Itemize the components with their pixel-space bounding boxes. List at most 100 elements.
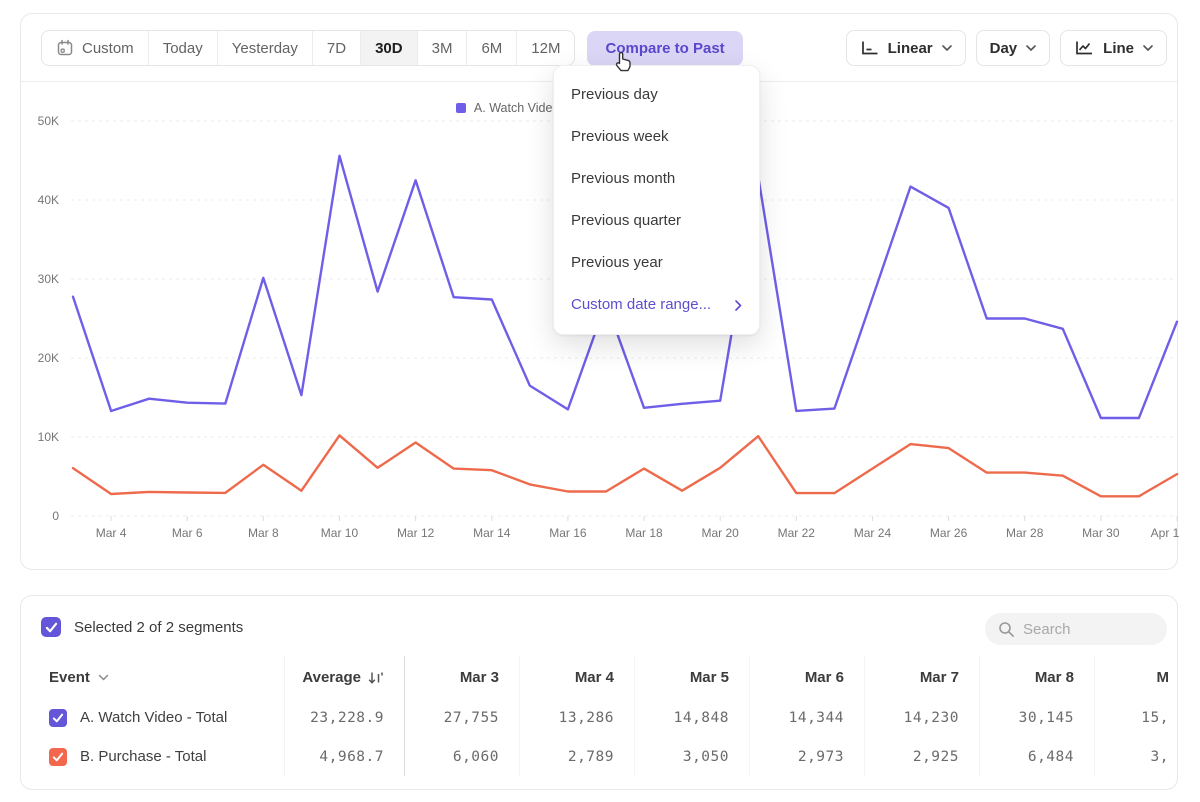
compare-to-past-menu: Previous dayPrevious weekPrevious monthP… <box>553 65 760 335</box>
date-header-label: Mar 6 <box>805 669 844 686</box>
granularity-dropdown[interactable]: Day <box>976 30 1051 66</box>
chart-toolbar: CustomTodayYesterday7D30D3M6M12M Compare… <box>41 30 1167 66</box>
cell-value: 15, <box>1141 710 1169 726</box>
chevron-down-icon <box>942 45 952 51</box>
cell-value: 6,484 <box>1028 749 1074 765</box>
selected-segments-label: Selected 2 of 2 segments <box>74 619 243 636</box>
date-header-cell[interactable]: M <box>1094 656 1178 698</box>
event-header-label: Event <box>49 669 90 686</box>
segment-label: 12M <box>531 40 560 57</box>
date-range-yesterday[interactable]: Yesterday <box>217 31 312 65</box>
date-header-cell[interactable]: Mar 5 <box>634 656 749 698</box>
check-icon <box>52 713 64 723</box>
select-all-checkbox[interactable] <box>41 617 61 637</box>
chart-type-label: Line <box>1103 40 1134 57</box>
y-axis-label: 30K <box>38 272 59 286</box>
date-range-6m[interactable]: 6M <box>466 31 516 65</box>
average-value: 4,968.7 <box>319 749 384 765</box>
cell-value: 2,789 <box>568 749 614 765</box>
value-cell: 14,230 <box>864 698 979 737</box>
date-header-label: Mar 5 <box>690 669 729 686</box>
cell-value: 27,755 <box>444 710 499 726</box>
cell-value: 3,050 <box>683 749 729 765</box>
check-icon <box>45 622 58 633</box>
x-axis-label: Mar 6 <box>172 526 203 540</box>
menu-item-label: Previous week <box>571 116 669 158</box>
x-axis-label: Mar 16 <box>549 526 587 540</box>
sort-descending-icon <box>368 670 384 685</box>
cell-value: 3, <box>1151 749 1169 765</box>
x-axis-label: Mar 4 <box>96 526 127 540</box>
date-header-label: Mar 8 <box>1035 669 1074 686</box>
value-cell: 3,050 <box>634 737 749 776</box>
value-cell: 14,344 <box>749 698 864 737</box>
legend-swatch <box>456 103 466 113</box>
table-header-row: Event Average Mar 3 Mar 4 Mar 5 Mar 6 Mar 7 Mar… <box>21 656 1178 698</box>
segment-label: 30D <box>375 40 403 57</box>
cell-value: 6,060 <box>453 749 499 765</box>
date-range-custom[interactable]: Custom <box>42 31 148 65</box>
x-axis-label: Mar 8 <box>248 526 279 540</box>
event-cell: A. Watch Video - Total <box>21 698 284 737</box>
chevron-right-icon <box>735 300 742 311</box>
chart-type-dropdown[interactable]: Line <box>1060 30 1167 66</box>
select-all-row: Selected 2 of 2 segments <box>41 617 243 637</box>
search-input[interactable] <box>1023 621 1143 638</box>
granularity-label: Day <box>990 40 1018 57</box>
row-checkbox[interactable] <box>49 748 67 766</box>
menu-item-label: Previous month <box>571 158 675 200</box>
average-cell: 23,228.9 <box>284 698 404 737</box>
date-range-7d[interactable]: 7D <box>312 31 360 65</box>
date-header-label: Mar 4 <box>575 669 614 686</box>
cell-value: 14,230 <box>904 710 959 726</box>
row-checkbox[interactable] <box>49 709 67 727</box>
x-axis-label: Mar 24 <box>854 526 892 540</box>
x-axis-label: Mar 30 <box>1082 526 1120 540</box>
menu-item-previous-month[interactable]: Previous month <box>554 158 759 200</box>
value-cell: 27,755 <box>404 698 519 737</box>
search-icon <box>998 621 1015 638</box>
date-header-cell[interactable]: Mar 8 <box>979 656 1094 698</box>
cell-value: 30,145 <box>1019 710 1074 726</box>
date-header-cell[interactable]: Mar 3 <box>404 656 519 698</box>
scale-dropdown[interactable]: Linear <box>846 30 966 66</box>
menu-item-previous-quarter[interactable]: Previous quarter <box>554 200 759 242</box>
date-header-cell[interactable]: Mar 4 <box>519 656 634 698</box>
cell-value: 14,344 <box>789 710 844 726</box>
menu-item-previous-year[interactable]: Previous year <box>554 242 759 284</box>
cell-value: 2,925 <box>913 749 959 765</box>
average-cell: 4,968.7 <box>284 737 404 776</box>
value-cell: 13,286 <box>519 698 634 737</box>
date-header-label: Mar 3 <box>460 669 499 686</box>
segment-label: 7D <box>327 40 346 57</box>
series-line-purchase <box>73 435 1177 496</box>
date-header-cell[interactable]: Mar 6 <box>749 656 864 698</box>
value-cell: 2,925 <box>864 737 979 776</box>
average-header-cell[interactable]: Average <box>284 656 404 698</box>
date-range-12m[interactable]: 12M <box>516 31 574 65</box>
value-cell: 15, <box>1094 698 1178 737</box>
date-range-30d[interactable]: 30D <box>360 31 417 65</box>
x-axis-label: Mar 10 <box>321 526 359 540</box>
value-cell: 2,973 <box>749 737 864 776</box>
y-axis-label: 50K <box>38 114 59 128</box>
menu-item-previous-day[interactable]: Previous day <box>554 74 759 116</box>
x-axis-label: Apr 1 <box>1151 526 1179 540</box>
event-header[interactable]: Event <box>49 669 109 686</box>
date-range-3m[interactable]: 3M <box>417 31 467 65</box>
date-header-label: Mar 7 <box>920 669 959 686</box>
hand-cursor-icon <box>610 50 636 78</box>
value-cell: 6,060 <box>404 737 519 776</box>
menu-item-custom-date-range[interactable]: Custom date range... <box>554 284 759 326</box>
value-cell: 14,848 <box>634 698 749 737</box>
event-name: A. Watch Video - Total <box>80 709 227 726</box>
y-axis-label: 0 <box>52 509 59 523</box>
date-range-today[interactable]: Today <box>148 31 217 65</box>
calendar-icon <box>56 39 74 57</box>
y-axis-label: 40K <box>38 193 59 207</box>
event-header-cell: Event <box>21 656 284 698</box>
date-header-cell[interactable]: Mar 7 <box>864 656 979 698</box>
segments-table: Event Average Mar 3 Mar 4 Mar 5 Mar 6 Mar 7 Mar… <box>21 656 1178 776</box>
menu-item-previous-week[interactable]: Previous week <box>554 116 759 158</box>
date-range-segmented-control: CustomTodayYesterday 7D 30D 3M6M 12M <box>41 30 575 66</box>
